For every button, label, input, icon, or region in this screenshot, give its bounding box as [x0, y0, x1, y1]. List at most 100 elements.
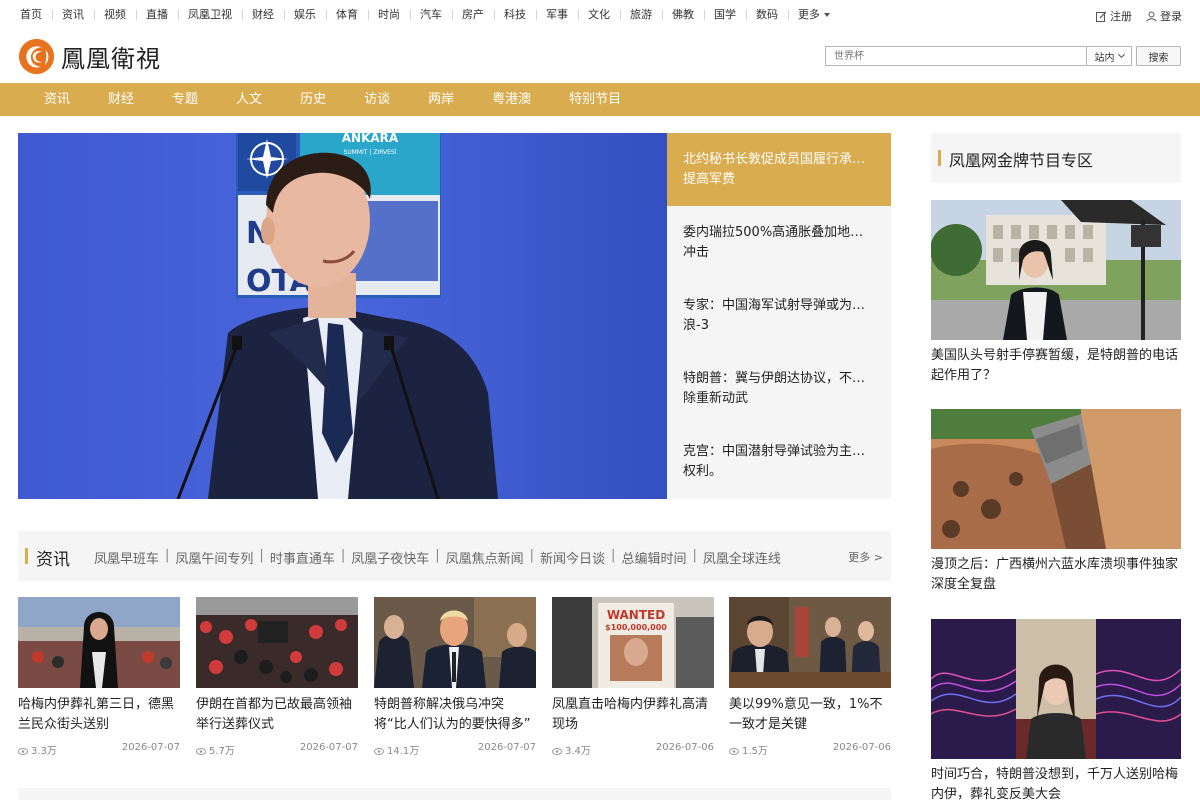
channel-tab[interactable]: 资讯 [44, 92, 70, 107]
separator: | [259, 548, 264, 563]
section-sub-link[interactable]: 凤凰子夜快车 [351, 548, 429, 567]
top-nav-item[interactable]: 资讯 [52, 8, 94, 22]
logo-wordmark: 鳳凰衛視 [61, 44, 161, 73]
top-nav-item[interactable]: 科技 [494, 8, 536, 22]
news-thumbnail[interactable] [196, 597, 358, 688]
top-nav-item[interactable]: 更多 [788, 8, 840, 22]
edit-icon [1096, 11, 1107, 25]
more-link[interactable]: 更多 > [848, 549, 883, 565]
top-nav-label: 凤凰卫视 [188, 8, 232, 21]
section-sub-links: 凤凰早班车 | 凤凰午间专列 | 时事直通车 | 凤凰子夜快车 | 凤凰焦点新闻 | 新闻今日谈 | 总… [94, 548, 781, 567]
top-nav-item[interactable]: 直播 [136, 8, 178, 22]
section-sub-link[interactable]: 新闻今日谈 [540, 548, 605, 567]
search-input[interactable] [825, 46, 1087, 66]
login-link[interactable]: 登录 [1146, 8, 1182, 25]
top-nav-item[interactable]: 时尚 [368, 8, 410, 22]
hero-headline-item[interactable]: 北约秘书长敦促成员国履行承…提高军费 [667, 133, 891, 206]
news-thumbnail[interactable] [729, 597, 891, 688]
top-nav-item[interactable]: 国学 [704, 8, 746, 22]
news-section-header: 资讯 凤凰早班车 | 凤凰午间专列 | 时事直通车 | 凤凰子夜快车 | 凤凰焦点新闻 | 新闻今日… [18, 531, 891, 581]
top-nav-label: 旅游 [630, 8, 652, 21]
search-button[interactable]: 搜索 [1136, 46, 1181, 66]
hero-headline-item[interactable]: 委内瑞拉500%高通胀叠加地…冲击 [667, 206, 891, 279]
hero-headline-item[interactable]: 特朗普：冀与伊朗达协议，不…除重新动武 [667, 352, 891, 425]
program-card[interactable]: 时间巧合，特朗普没想到，千万人送别哈梅内伊，葬礼变反美大会 [931, 619, 1181, 805]
channel-tab[interactable]: 粤港澳 [492, 92, 531, 107]
hero-headline-item[interactable]: 专家：中国海军试射导弹或为…浪-3 [667, 279, 891, 352]
channel-tab[interactable]: 专题 [172, 92, 198, 107]
top-nav-item[interactable]: 体育 [326, 8, 368, 22]
thumb-photo [931, 200, 1181, 340]
thumb-photo [931, 409, 1181, 549]
top-nav-item[interactable]: 房产 [452, 8, 494, 22]
section-sub-link[interactable]: 时事直通车 [270, 548, 335, 567]
top-nav-item[interactable]: 视频 [94, 8, 136, 22]
top-nav-item[interactable]: 凤凰卫视 [178, 8, 242, 22]
eye-icon [196, 747, 206, 758]
search-scope-select[interactable]: 站内 [1087, 46, 1132, 66]
publish-date: 2026-07-07 [299, 742, 358, 753]
news-card[interactable]: WANTED $100,000,000 凤凰直击哈梅内伊葬礼高清现场 3.4万 … [552, 597, 714, 758]
separator: | [165, 548, 170, 563]
eye-icon [729, 747, 739, 758]
view-count-value: 3.3万 [31, 746, 57, 757]
program-card[interactable]: 美国队头号射手停赛暂缓，是特朗普的电话起作用了？ [931, 200, 1181, 386]
top-nav-item[interactable]: 首页 [10, 8, 52, 22]
register-link[interactable]: 注册 [1096, 8, 1132, 25]
site-logo[interactable]: 鳳凰衛視 [18, 37, 161, 75]
channel-tab[interactable]: 历史 [300, 92, 326, 107]
hero-headline-text: 专家：中国海军试射导弹或为…浪-3 [683, 298, 866, 333]
hero-headline-text: 克宫：中国潜射导弹试验为主…权利。 [683, 444, 866, 479]
program-thumbnail[interactable] [931, 200, 1181, 340]
news-card-meta: 14.1万 2026-07-07 [374, 742, 536, 758]
section-sub-link[interactable]: 凤凰焦点新闻 [446, 548, 524, 567]
channel-tab[interactable]: 特别节目 [569, 92, 621, 107]
banner-city-text: ANKARA [342, 133, 399, 145]
program-thumbnail[interactable] [931, 409, 1181, 549]
thumb-photo [729, 597, 891, 688]
channel-tab[interactable]: 两岸 [428, 92, 454, 107]
news-card[interactable]: 哈梅内伊葬礼第三日，德黑兰民众街头送别 3.3万 2026-07-07 [18, 597, 180, 758]
top-nav-item[interactable]: 旅游 [620, 8, 662, 22]
section-sub-link[interactable]: 总编辑时间 [621, 548, 686, 567]
news-card[interactable]: 美以99%意见一致，1%不一致才是关键 1.5万 2026-07-06 [729, 597, 891, 758]
section-sub-link[interactable]: 凤凰早班车 [94, 548, 159, 567]
channel-tab[interactable]: 访谈 [364, 92, 390, 107]
news-thumbnail[interactable]: WANTED $100,000,000 [552, 597, 714, 688]
news-card-meta: 5.7万 2026-07-07 [196, 742, 358, 758]
program-card[interactable]: 漫顶之后：广西横州六蓝水库溃坝事件独家深度全复盘 [931, 409, 1181, 595]
news-thumbnail[interactable] [18, 597, 180, 688]
channel-tab[interactable]: 人文 [236, 92, 262, 107]
top-nav-label: 更多 [798, 8, 820, 21]
section-accent [25, 548, 28, 564]
top-nav-item[interactable]: 娱乐 [284, 8, 326, 22]
top-nav-item[interactable]: 数码 [746, 8, 788, 22]
eye-icon [374, 747, 384, 758]
news-card-title: 伊朗在首都为已故最高领袖举行送葬仪式 [196, 697, 353, 732]
top-nav-item[interactable]: 文化 [578, 8, 620, 22]
channel-tab[interactable]: 财经 [108, 92, 134, 107]
hero-image[interactable]: ANKARA SUMMIT | ZIRVESİ NA OTA [18, 133, 667, 499]
next-section-header [18, 788, 891, 800]
user-icon [1146, 11, 1157, 25]
top-nav-item[interactable]: 军事 [536, 8, 578, 22]
news-thumbnail[interactable] [374, 597, 536, 688]
thumb-photo: WANTED $100,000,000 [552, 597, 714, 688]
section-accent [938, 150, 941, 166]
right-column-title: 凤凰网金牌节目专区 [949, 151, 1094, 170]
hero-headline-item[interactable]: 克宫：中国潜射导弹试验为主…权利。 [667, 425, 891, 499]
program-thumbnail[interactable] [931, 619, 1181, 759]
section-title: 资讯 [36, 550, 70, 570]
top-nav-label: 娱乐 [294, 8, 316, 21]
top-nav-item[interactable]: 财经 [242, 8, 284, 22]
publish-date: 2026-07-07 [477, 742, 536, 753]
news-card[interactable]: 特朗普称解决俄乌冲突将“比人们认为的要快得多” 14.1万 2026-07-07 [374, 597, 536, 758]
thumb-photo [374, 597, 536, 688]
news-card[interactable]: 伊朗在首都为已故最高领袖举行送葬仪式 5.7万 2026-07-07 [196, 597, 358, 758]
top-nav-item[interactable]: 佛教 [662, 8, 704, 22]
section-sub-link[interactable]: 凤凰全球连线 [703, 548, 781, 567]
program-title: 漫顶之后：广西横州六蓝水库溃坝事件独家深度全复盘 [931, 557, 1179, 592]
top-nav-item[interactable]: 汽车 [410, 8, 452, 22]
program-title: 美国队头号射手停赛暂缓，是特朗普的电话起作用了？ [931, 348, 1179, 383]
section-sub-link[interactable]: 凤凰午间专列 [175, 548, 253, 567]
